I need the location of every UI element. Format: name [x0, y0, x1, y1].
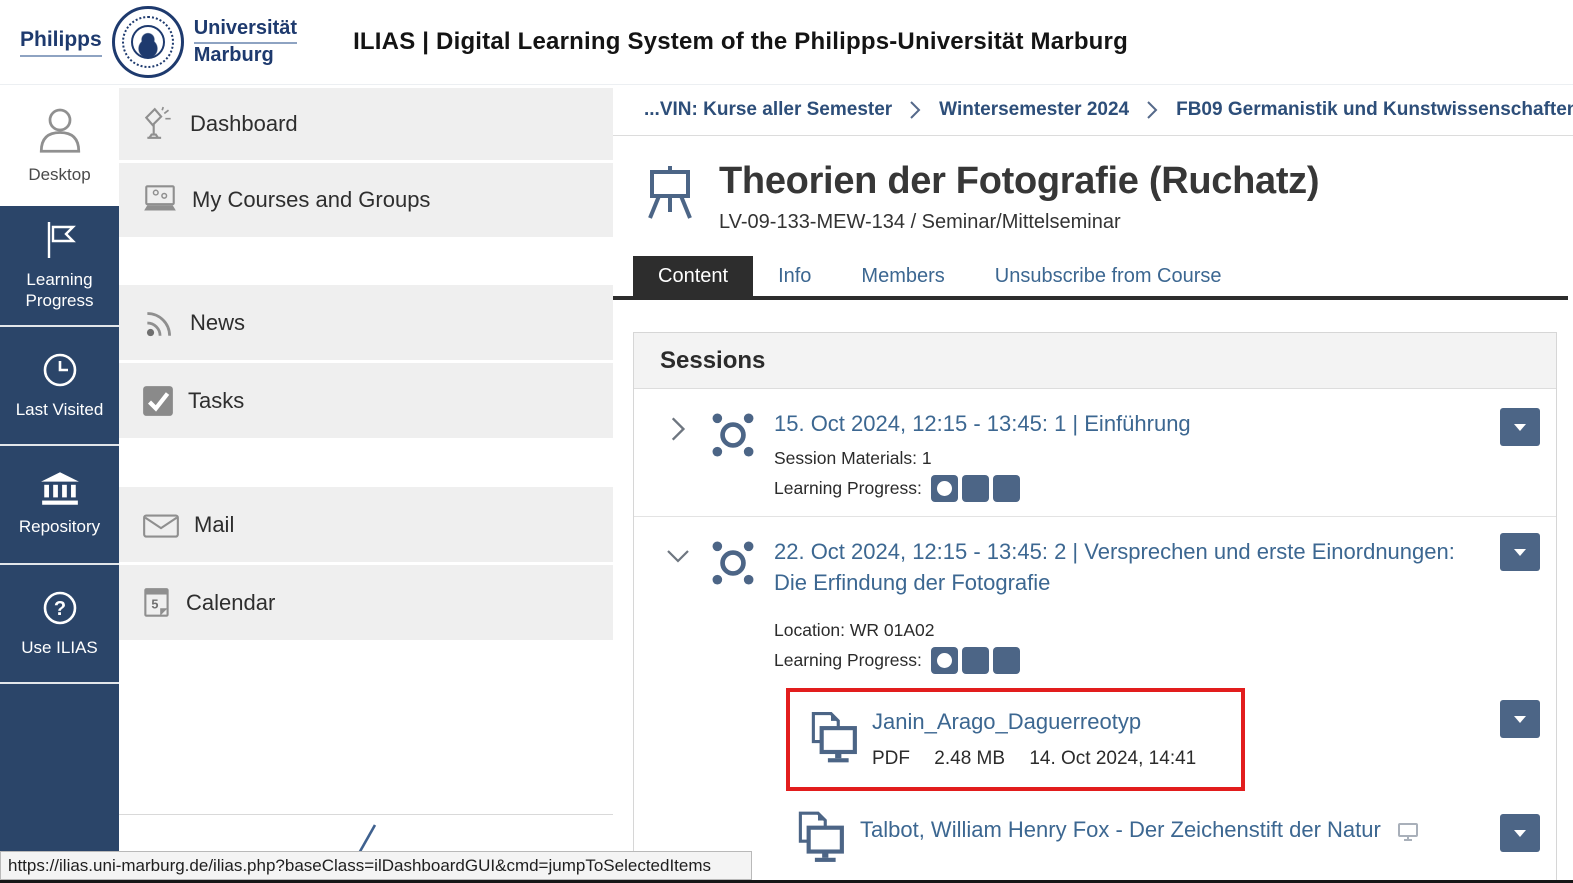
envelope-icon — [141, 510, 181, 540]
expand-chevron-down-icon[interactable] — [664, 537, 710, 868]
university-logo[interactable]: Philipps Universität Marburg — [20, 6, 297, 78]
course-title: Theorien der Fotografie (Ruchatz) — [719, 160, 1319, 203]
tab-members[interactable]: Members — [836, 256, 969, 296]
menu-item-my-courses-and-groups[interactable]: My Courses and Groups — [119, 163, 613, 237]
course-easel-icon — [644, 164, 696, 220]
progress-square-current — [931, 475, 958, 502]
checkbox-icon — [141, 384, 175, 418]
menu-item-tasks[interactable]: Tasks — [119, 363, 613, 438]
logo-text-university: Universität Marburg — [194, 17, 297, 67]
file-link[interactable]: Janin_Arago_Daguerreotyp — [872, 709, 1141, 735]
rail-item-repository[interactable]: Repository — [0, 444, 119, 563]
flag-icon — [41, 220, 79, 260]
chevron-right-icon — [1145, 99, 1160, 121]
breadcrumb: ...VIN: Kurse aller Semester Wintersemes… — [613, 85, 1573, 136]
session-row: 22. Oct 2024, 12:15 - 13:45: 2 | Verspre… — [634, 516, 1556, 882]
course-tabs: Content Info Members Unsubscribe from Co… — [613, 256, 1568, 300]
clock-icon — [40, 350, 80, 390]
course-header: Theorien der Fotografie (Ruchatz) LV-09-… — [644, 160, 1573, 234]
main-content: ...VIN: Kurse aller Semester Wintersemes… — [613, 85, 1573, 883]
user-icon — [34, 105, 86, 155]
highlight-red-box: Janin_Arago_Daguerreotyp PDF 2.48 MB 14.… — [786, 688, 1245, 791]
session-row: 15. Oct 2024, 12:15 - 13:45: 1 | Einführ… — [634, 389, 1556, 516]
menu-item-dashboard[interactable]: Dashboard — [119, 88, 613, 160]
rail-item-desktop[interactable]: Desktop — [0, 85, 119, 206]
breadcrumb-link[interactable]: Wintersemester 2024 — [939, 99, 1129, 121]
rss-icon — [141, 305, 177, 341]
page-title: ILIAS | Digital Learning System of the P… — [353, 28, 1128, 56]
logo-text-philipps: Philipps — [20, 28, 102, 57]
file-date: 14. Oct 2024, 14:41 — [1029, 748, 1196, 769]
tab-info[interactable]: Info — [753, 256, 836, 296]
sessions-panel: Sessions 15. Oct 2024, 12:15 - 13:45: 1 … — [633, 332, 1557, 883]
svg-text:?: ? — [53, 598, 65, 620]
file-type: PDF — [872, 748, 910, 769]
breadcrumb-link[interactable]: FB09 Germanistik und Kunstwissenschaften — [1176, 99, 1573, 121]
rail-item-last-visited[interactable]: Last Visited — [0, 325, 119, 444]
calendar-icon: 5 — [141, 585, 173, 621]
course-subtitle: LV-09-133-MEW-134 / Seminar/Mittelsemina… — [719, 211, 1319, 234]
main-icon-rail: Desktop Learning Progress Last Visited R… — [0, 85, 119, 883]
progress-square — [993, 647, 1020, 674]
actions-dropdown-button[interactable] — [1500, 700, 1540, 738]
file-metadata: PDF 2.48 MB 14. Oct 2024, 14:41 — [872, 748, 1215, 770]
sessions-heading: Sessions — [660, 347, 765, 375]
menu-item-news[interactable]: News — [119, 285, 613, 360]
progress-square — [993, 475, 1020, 502]
app-header: Philipps Universität Marburg ILIAS | Dig… — [0, 0, 1573, 85]
progress-square — [962, 475, 989, 502]
learning-progress-widget[interactable]: Learning Progress: — [774, 475, 1478, 502]
rail-filler — [0, 682, 119, 878]
session-materials-list: Janin_Arago_Daguerreotyp PDF 2.48 MB 14.… — [774, 688, 1478, 868]
file-item: Janin_Arago_Daguerreotyp PDF 2.48 MB 14.… — [790, 692, 1241, 787]
caret-down-icon — [1514, 549, 1526, 556]
desk-lamp-icon — [141, 106, 177, 142]
university-seal-icon — [112, 6, 184, 78]
file-icon — [803, 707, 859, 770]
tab-unsubscribe[interactable]: Unsubscribe from Course — [970, 256, 1247, 296]
chevron-right-icon — [908, 99, 923, 121]
breadcrumb-link[interactable]: ...VIN: Kurse aller Semester — [644, 99, 892, 121]
file-icon — [790, 808, 846, 868]
session-title-link[interactable]: 15. Oct 2024, 12:15 - 13:45: 1 | Einführ… — [774, 409, 1191, 439]
actions-dropdown-button[interactable] — [1500, 408, 1540, 446]
session-icon — [710, 409, 774, 502]
session-title-link[interactable]: 22. Oct 2024, 12:15 - 13:45: 2 | Verspre… — [774, 537, 1474, 598]
dashboard-menu: Dashboard My Courses and Groups News Tas… — [119, 85, 613, 883]
actions-dropdown-button[interactable] — [1500, 533, 1540, 571]
tab-content[interactable]: Content — [633, 256, 753, 296]
session-materials: Session Materials: 1 — [774, 448, 1478, 469]
screen-icon — [1397, 822, 1419, 842]
rail-item-use-ilias[interactable]: ? Use ILIAS — [0, 563, 119, 682]
menu-item-mail[interactable]: Mail — [119, 487, 613, 562]
bank-icon — [39, 471, 81, 507]
question-icon: ? — [40, 588, 80, 628]
svg-text:5: 5 — [151, 597, 158, 611]
session-location: Location: WR 01A02 — [774, 620, 1478, 641]
caret-down-icon — [1514, 830, 1526, 837]
file-item: Talbot, William Henry Fox - Der Zeichens… — [790, 808, 1478, 868]
file-size: 2.48 MB — [934, 748, 1005, 769]
menu-item-calendar[interactable]: 5 Calendar — [119, 565, 613, 640]
progress-square-current — [931, 647, 958, 674]
actions-dropdown-button[interactable] — [1500, 814, 1540, 852]
sessions-panel-header: Sessions — [634, 333, 1556, 389]
rail-item-learning-progress[interactable]: Learning Progress — [0, 206, 119, 325]
status-url: https://ilias.uni-marburg.de/ilias.php?b… — [8, 856, 711, 876]
expand-chevron-right-icon[interactable] — [664, 409, 710, 502]
progress-square — [962, 647, 989, 674]
session-icon — [710, 537, 774, 868]
caret-down-icon — [1514, 424, 1526, 431]
learning-progress-widget[interactable]: Learning Progress: — [774, 647, 1478, 674]
caret-down-icon — [1514, 716, 1526, 723]
laptop-users-icon — [141, 183, 179, 217]
browser-status-bar: https://ilias.uni-marburg.de/ilias.php?b… — [0, 851, 752, 880]
file-link[interactable]: Talbot, William Henry Fox - Der Zeichens… — [860, 817, 1381, 843]
menu-divider — [119, 814, 613, 815]
